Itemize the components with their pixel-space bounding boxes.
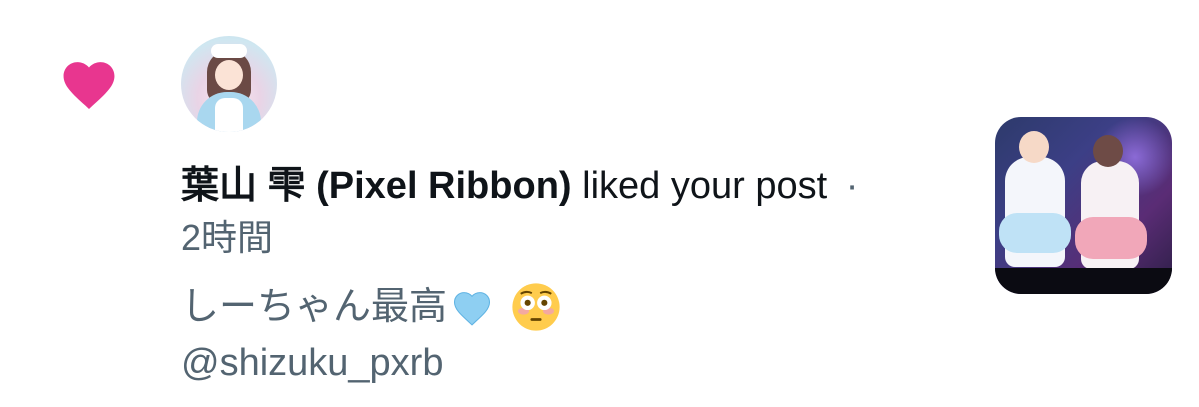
heart-icon (63, 62, 115, 109)
flushed-face-icon (512, 283, 560, 331)
post-snippet-text: しーちゃん最高 (181, 286, 448, 328)
post-media-thumbnail[interactable] (995, 117, 1172, 294)
notification-text: 葉山 雫 (Pixel Ribbon) liked your post · 2時… (181, 158, 971, 388)
separator-dot: · (845, 165, 859, 207)
actor-username[interactable]: @shizuku_pxrb (181, 338, 971, 388)
avatar[interactable] (181, 36, 277, 132)
actor-display-name[interactable]: 葉山 雫 (Pixel Ribbon) (181, 165, 572, 207)
action-text: liked your post (582, 165, 828, 207)
post-snippet[interactable]: しーちゃん最高 (181, 278, 971, 336)
light-blue-heart-icon (453, 292, 491, 326)
timestamp: 2時間 (181, 217, 274, 258)
actor-line: 葉山 雫 (Pixel Ribbon) liked your post · (181, 158, 971, 214)
like-notification[interactable]: 葉山 雫 (Pixel Ribbon) liked your post · 2時… (0, 0, 1199, 407)
